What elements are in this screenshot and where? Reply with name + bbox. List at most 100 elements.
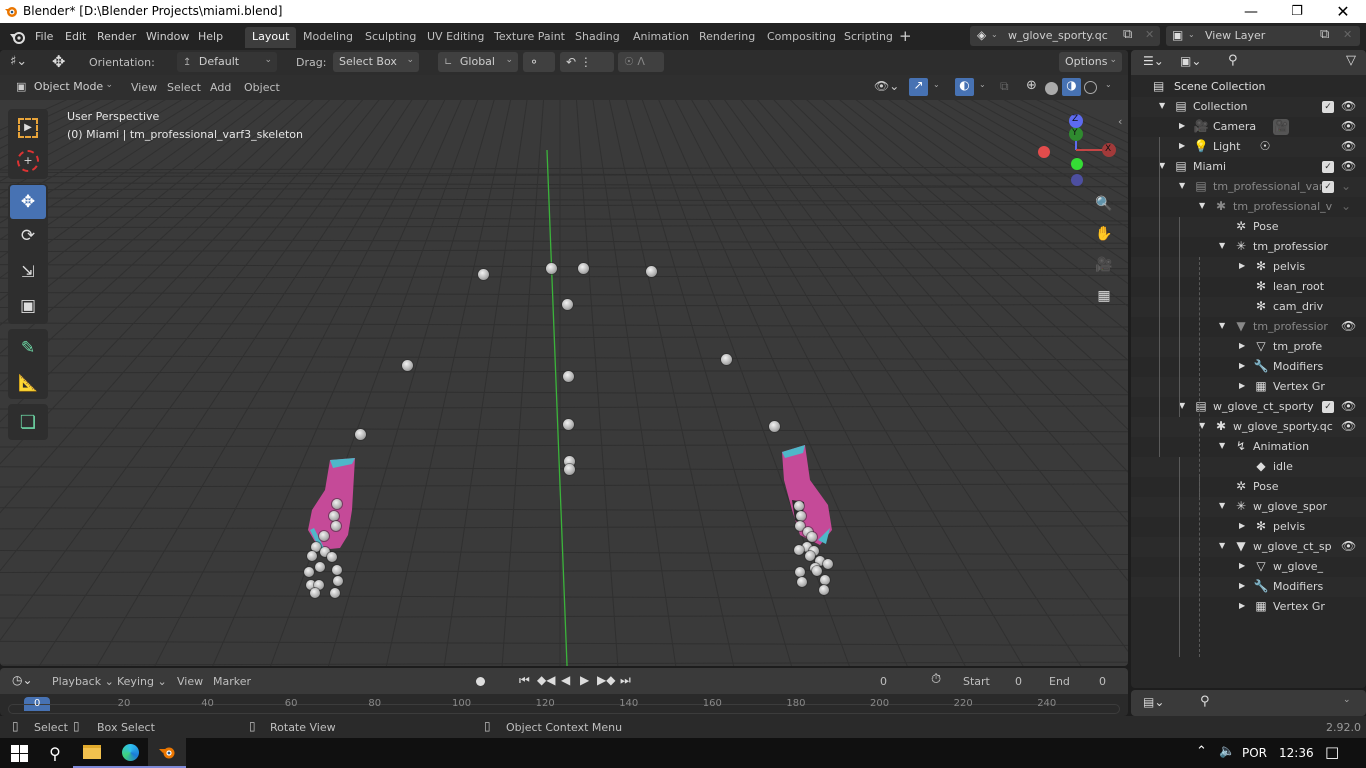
visibility-eye-icon[interactable]: 👁	[1341, 99, 1356, 113]
workspace-tab-scripting[interactable]: Scripting	[837, 27, 900, 48]
outliner-row[interactable]: ✲ Pose	[1131, 477, 1366, 497]
outliner-row[interactable]: ▼ ▤ Miami ✓ 👁	[1131, 157, 1366, 177]
visibility-eye-icon[interactable]: 👁	[1341, 399, 1356, 413]
bone-joint[interactable]	[562, 299, 573, 310]
camera-view-icon[interactable]: 🎥	[1094, 257, 1114, 277]
edge-taskbar-button[interactable]	[111, 738, 149, 768]
glove-bone-joint[interactable]	[331, 521, 341, 531]
expand-right-arrow-icon[interactable]: ▶	[1239, 521, 1245, 530]
workspace-tab-compositing[interactable]: Compositing	[760, 27, 843, 48]
end-frame-field[interactable]: 0	[1099, 675, 1106, 688]
outliner-row[interactable]: ▼ ▼ w_glove_ct_sp 👁	[1131, 537, 1366, 557]
timeline-editor[interactable]: ◷⌄ Playback ⌄ Keying ⌄ View Marker ⏮ ◆◀ …	[0, 668, 1128, 716]
outliner-row[interactable]: ▼ ✱ w_glove_sporty.qc 👁	[1131, 417, 1366, 437]
volume-icon[interactable]: 🔈	[1219, 744, 1235, 759]
search-icon[interactable]: ⚲	[1228, 53, 1238, 68]
jump-next-keyframe-icon[interactable]: ▶◆	[597, 673, 615, 687]
viewport-menu-object[interactable]: Object	[244, 81, 280, 94]
expand-right-arrow-icon[interactable]: ▶	[1179, 121, 1185, 130]
bone-joint[interactable]	[402, 360, 413, 371]
remove-view-layer-icon[interactable]: ✕	[1343, 28, 1352, 41]
expand-right-arrow-icon[interactable]: ▶	[1239, 581, 1245, 590]
outliner-row[interactable]: ✲ Pose	[1131, 217, 1366, 237]
clock[interactable]: 12:36	[1279, 746, 1314, 760]
glove-bone-joint[interactable]	[794, 501, 804, 511]
expand-right-arrow-icon[interactable]: ▶	[1239, 341, 1245, 350]
drag-dropdown[interactable]: Select Box ⌄	[333, 52, 419, 72]
glove-bone-joint[interactable]	[315, 562, 325, 572]
visibility-eye-icon[interactable]: 👁	[1341, 319, 1356, 333]
language-indicator[interactable]: POR	[1242, 746, 1267, 760]
bone-joint[interactable]	[563, 419, 574, 430]
pan-view-hand-icon[interactable]: ✋	[1094, 226, 1114, 246]
hidden-eye-icon[interactable]: ⌄	[1341, 179, 1351, 193]
snap-icon[interactable]: ♯⌄	[10, 54, 27, 69]
expand-down-arrow-icon[interactable]: ▼	[1219, 241, 1225, 250]
glove-bone-joint[interactable]	[332, 499, 342, 509]
pivot-dropdown[interactable]: ⚬	[523, 52, 555, 72]
expand-down-arrow-icon[interactable]: ▼	[1199, 201, 1205, 210]
outliner-row[interactable]: ▶ 💡 Light ☉ 👁	[1131, 137, 1366, 157]
tool-rotate[interactable]: ⟳	[10, 219, 46, 253]
auto-keying-record-icon[interactable]	[476, 677, 485, 686]
expand-right-arrow-icon[interactable]: ▶	[1239, 381, 1245, 390]
material-preview-shading-icon[interactable]: ◑	[1062, 78, 1081, 96]
bone-joint[interactable]	[578, 263, 589, 274]
viewport-scene[interactable]	[0, 75, 1128, 666]
gizmo-toggle-icon[interactable]: ↗	[909, 78, 928, 96]
orientation-dropdown[interactable]: ↥ Default ⌄	[177, 52, 277, 72]
proportional-edit-toggle[interactable]: ☉ Λ	[618, 52, 664, 72]
expand-down-arrow-icon[interactable]: ▼	[1219, 501, 1225, 510]
tool-cursor[interactable]: +	[10, 144, 46, 178]
workspace-tab-uv-editing[interactable]: UV Editing	[420, 27, 491, 48]
workspace-tab-modeling[interactable]: Modeling	[296, 27, 360, 48]
remove-scene-icon[interactable]: ✕	[1145, 28, 1154, 41]
glove-bone-joint[interactable]	[820, 575, 830, 585]
workspace-tab-texture-paint[interactable]: Texture Paint	[487, 27, 572, 48]
current-frame-field[interactable]: 0	[880, 675, 887, 688]
tool-measure[interactable]: 📐	[10, 365, 46, 399]
scene-collection-row[interactable]: ▤ Scene Collection	[1131, 77, 1366, 97]
menu-help[interactable]: Help	[198, 30, 223, 43]
outliner-row[interactable]: ▼ ✳ w_glove_spor	[1131, 497, 1366, 517]
add-workspace-button[interactable]: +	[899, 27, 912, 45]
workspace-tab-animation[interactable]: Animation	[626, 27, 696, 48]
expand-down-arrow-icon[interactable]: ▼	[1179, 181, 1185, 190]
chevron-down-icon[interactable]: ⌄	[1105, 80, 1112, 89]
exclude-checkbox[interactable]: ✓	[1322, 181, 1334, 193]
outliner-row[interactable]: ▶ ▽ w_glove_	[1131, 557, 1366, 577]
glove-bone-joint[interactable]	[805, 551, 815, 561]
visibility-eye-icon[interactable]: 👁	[1341, 159, 1356, 173]
show-hidden-icons-chevron-icon[interactable]: ⌃	[1196, 744, 1207, 759]
menu-file[interactable]: File	[35, 30, 53, 43]
tool-scale[interactable]: ⇲	[10, 254, 46, 288]
expand-right-arrow-icon[interactable]: ▶	[1239, 601, 1245, 610]
visibility-eye-icon[interactable]: 👁	[1341, 139, 1356, 153]
jump-prev-keyframe-icon[interactable]: ◆◀	[537, 673, 555, 687]
glove-bone-joint[interactable]	[812, 566, 822, 576]
editor-type-properties-icon[interactable]: ▤⌄	[1143, 695, 1164, 709]
start-button[interactable]	[0, 738, 38, 768]
view-layer-selector[interactable]: ▣ ⌄ View Layer ⧉ ✕	[1166, 26, 1360, 46]
glove-bone-joint[interactable]	[304, 567, 314, 577]
outliner-row[interactable]: ✻ cam_driv	[1131, 297, 1366, 317]
visibility-eye-icon[interactable]: 👁	[1341, 119, 1356, 133]
bone-joint[interactable]	[646, 266, 657, 277]
outliner-row[interactable]: ▼ ✳ tm_professior	[1131, 237, 1366, 257]
close-button[interactable]: ✕	[1320, 0, 1366, 23]
bone-joint[interactable]	[355, 429, 366, 440]
glove-bone-joint[interactable]	[329, 511, 339, 521]
new-scene-icon[interactable]: ⧉	[1123, 27, 1132, 42]
visibility-eye-icon[interactable]: 👁	[1341, 419, 1356, 433]
expand-right-arrow-icon[interactable]: ▶	[1239, 361, 1245, 370]
expand-right-arrow-icon[interactable]: ▶	[1179, 141, 1185, 150]
outliner-row[interactable]: ▶ ▽ tm_profe	[1131, 337, 1366, 357]
menu-render[interactable]: Render	[97, 30, 136, 43]
tool-transform[interactable]: ▣	[10, 289, 46, 323]
tool-annotate[interactable]: ✎	[10, 331, 46, 365]
solid-shading-icon[interactable]	[1045, 82, 1058, 95]
ortho-toggle-grid-icon[interactable]: ▦	[1094, 288, 1114, 308]
outliner-row[interactable]: ▼ ↯ Animation	[1131, 437, 1366, 457]
outliner-row[interactable]: ▼ ▼ tm_professior 👁	[1131, 317, 1366, 337]
timeline-menu-playback[interactable]: Playback ⌄	[52, 675, 114, 688]
